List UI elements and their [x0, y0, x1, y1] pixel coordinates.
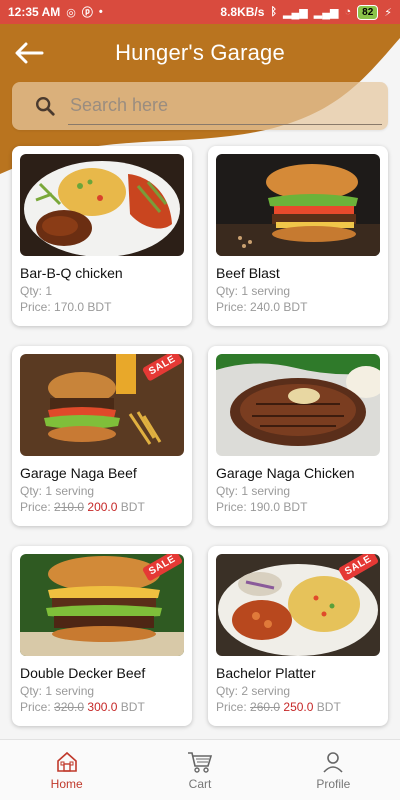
product-card-bachelor-platter[interactable]: SALE Bachelor Platter Qty: 2 serving Pri… [208, 546, 388, 726]
product-image: SALE [20, 554, 184, 656]
qty-value: 1 serving [241, 284, 291, 298]
product-name: Beef Blast [216, 265, 280, 281]
page-title: Hunger's Garage [115, 40, 285, 65]
product-qty: Qty: 1 [20, 284, 184, 298]
search-bar[interactable] [12, 82, 388, 130]
qty-value: 1 serving [241, 484, 291, 498]
nav-label: Profile [316, 776, 351, 791]
price-value: 240.0 [250, 300, 281, 314]
product-name: Garage Naga Chicken [216, 465, 355, 481]
currency: BDT [283, 500, 308, 514]
qty-label: Qty: [216, 684, 239, 698]
network-speed: 8.8KB/s [220, 5, 265, 19]
product-price: Price: 190.0 BDT [216, 500, 380, 514]
qty-label: Qty: [20, 684, 43, 698]
qty-label: Qty: [20, 484, 43, 498]
product-card-double-decker-beef[interactable]: SALE Double Decker Beef Qty: 1 serving P… [12, 546, 192, 726]
qty-value: 1 serving [45, 484, 95, 498]
notification-dot-icon: • [98, 6, 103, 18]
signal-icon: ▂▄▆ [283, 6, 308, 19]
old-price: 320.0 [54, 700, 85, 714]
product-price: Price: 260.0 250.0 BDT [216, 700, 380, 714]
product-price: Price: 170.0 BDT [20, 300, 184, 314]
nav-label: Home [50, 776, 83, 791]
search-input[interactable] [68, 87, 382, 125]
product-price: Price: 320.0 300.0 BDT [20, 700, 184, 714]
price-label: Price: [216, 300, 247, 314]
product-name: Bachelor Platter [216, 665, 316, 681]
currency: BDT [316, 700, 341, 714]
search-icon[interactable] [34, 95, 56, 117]
product-card-garage-naga-chicken[interactable]: Garage Naga Chicken Qty: 1 serving Price… [208, 346, 388, 526]
qty-value: 2 serving [241, 684, 291, 698]
status-bar: 12:35 AM ◎ ⓟ • 8.8KB/s ᛒ ▂▄▆ ▂▄▆ ◔ 82 ⚡ [0, 0, 400, 24]
product-price: Price: 240.0 BDT [216, 300, 380, 314]
product-image: SALE [216, 554, 380, 656]
nav-item-profile[interactable]: Profile [267, 740, 400, 800]
price-label: Price: [20, 700, 51, 714]
product-name: Double Decker Beef [20, 665, 146, 681]
product-card-beef-blast[interactable]: Beef Blast Qty: 1 serving Price: 240.0 B… [208, 146, 388, 326]
product-image: SALE [20, 354, 184, 456]
currency: BDT [120, 700, 145, 714]
product-grid: Bar-B-Q chicken Qty: 1 Price: 170.0 BDT … [12, 146, 388, 726]
wifi-icon: ◔ [344, 6, 352, 18]
currency: BDT [87, 300, 112, 314]
product-qty: Qty: 1 serving [216, 284, 380, 298]
old-price: 210.0 [54, 500, 85, 514]
battery-icon: 82 [357, 4, 379, 20]
product-price: Price: 210.0 200.0 BDT [20, 500, 184, 514]
product-card-garage-naga-beef[interactable]: SALE Garage Naga Beef Qty: 1 serving Pri… [12, 346, 192, 526]
profile-icon [323, 751, 343, 773]
product-qty: Qty: 1 serving [216, 484, 380, 498]
currency: BDT [120, 500, 145, 514]
price-label: Price: [20, 500, 51, 514]
price-label: Price: [216, 500, 247, 514]
old-price: 260.0 [250, 700, 281, 714]
currency: BDT [283, 300, 308, 314]
qty-label: Qty: [216, 284, 239, 298]
pinterest-icon: ⓟ [81, 7, 93, 19]
nav-label: Cart [188, 776, 212, 791]
product-image [216, 154, 380, 256]
nav-item-cart[interactable]: Cart [133, 740, 266, 800]
price-label: Price: [20, 300, 51, 314]
price-value: 250.0 [283, 700, 314, 714]
price-value: 300.0 [87, 700, 118, 714]
product-image [216, 354, 380, 456]
status-time: 12:35 AM [8, 5, 61, 19]
product-name: Bar-B-Q chicken [20, 265, 123, 281]
product-qty: Qty: 1 serving [20, 484, 184, 498]
product-image [20, 154, 184, 256]
qty-value: 1 [45, 284, 53, 298]
qty-label: Qty: [216, 484, 239, 498]
price-label: Price: [216, 700, 247, 714]
home-icon [56, 751, 77, 772]
cart-icon [187, 751, 213, 773]
price-value: 170.0 [54, 300, 85, 314]
price-value: 200.0 [87, 500, 118, 514]
product-qty: Qty: 2 serving [216, 684, 380, 698]
bluetooth-icon: ᛒ [270, 6, 278, 18]
nav-item-home[interactable]: Home [0, 740, 133, 800]
price-value: 190.0 [250, 500, 281, 514]
bottom-navigation: Home Cart Profile [0, 739, 400, 800]
product-name: Garage Naga Beef [20, 465, 137, 481]
product-qty: Qty: 1 serving [20, 684, 184, 698]
signal-icon-2: ▂▄▆ [313, 6, 339, 19]
app-header: Hunger's Garage [0, 24, 400, 82]
qty-value: 1 serving [45, 684, 95, 698]
messenger-icon: ◎ [66, 6, 76, 19]
charging-icon: ⚡ [384, 6, 392, 19]
qty-label: Qty: [20, 284, 43, 298]
product-card-bbq-chicken[interactable]: Bar-B-Q chicken Qty: 1 Price: 170.0 BDT [12, 146, 192, 326]
